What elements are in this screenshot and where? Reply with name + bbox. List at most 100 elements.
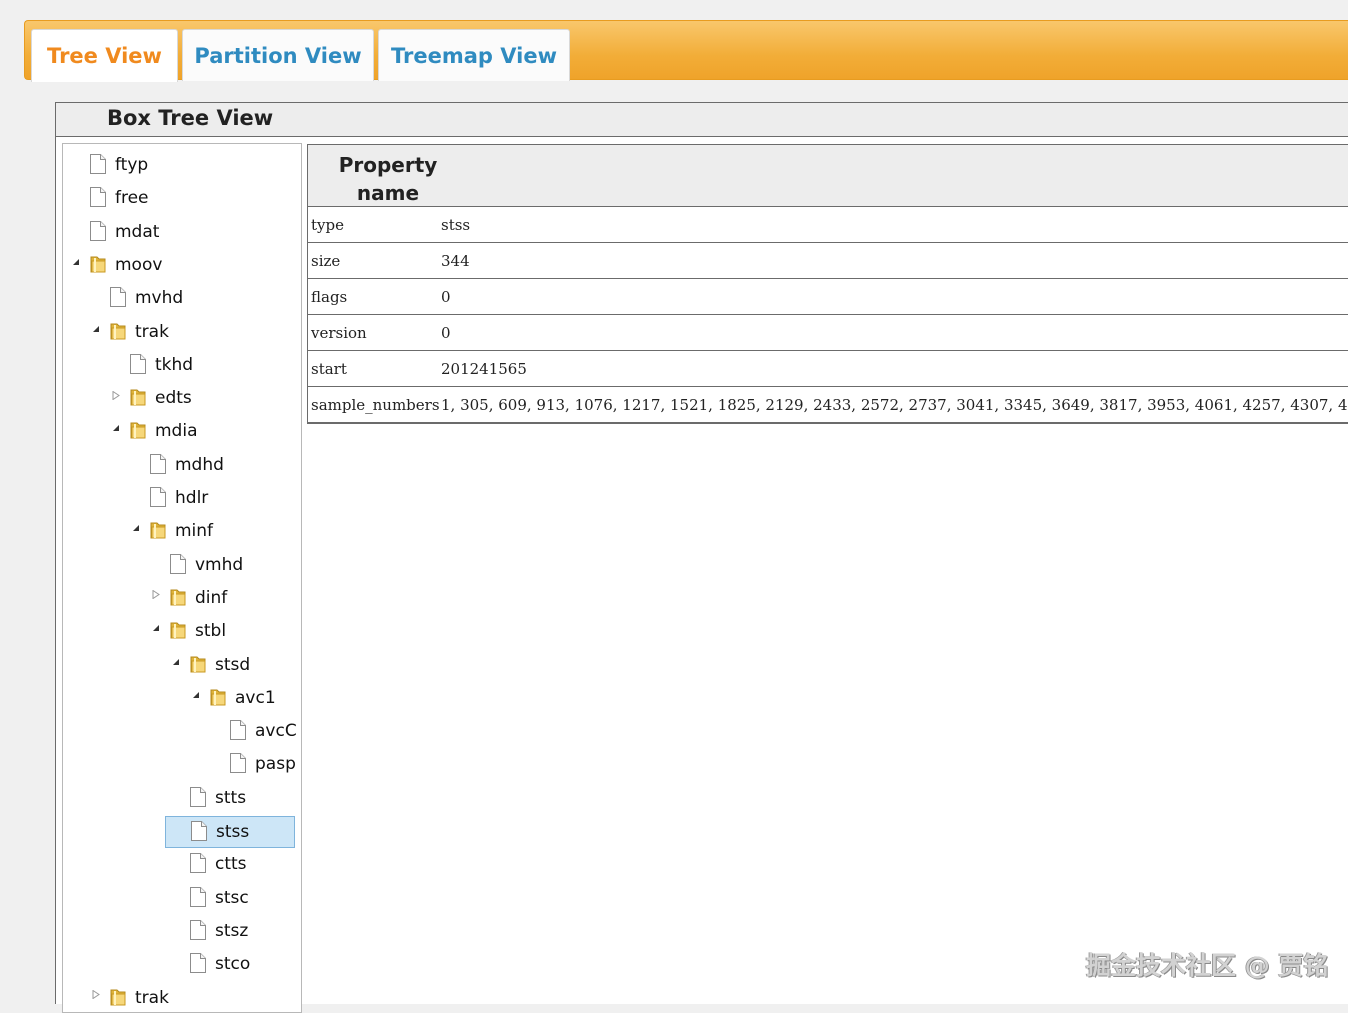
tree-node-pasp[interactable]: pasp [205,749,299,781]
file-icon [89,153,107,175]
property-key: type [311,216,344,234]
expand-right-icon[interactable] [111,390,121,400]
column-header-property-name: Property name [328,151,448,207]
tree-node-stbl[interactable]: stbl [145,616,299,648]
tree-node-tkhd[interactable]: tkhd [105,350,299,382]
property-key: start [311,360,347,378]
panel-header: Box Tree View [56,103,1348,137]
tree-node-mdat[interactable]: mdat [65,217,299,249]
file-icon [189,952,207,974]
tree-node-label: avc1 [235,688,276,708]
tree-node-label: mdhd [175,455,224,475]
tree-node-label: tkhd [155,355,193,375]
expand-right-icon[interactable] [151,590,161,600]
property-row-flags: flags0 [308,279,1348,315]
folder-icon [109,986,127,1008]
property-row-start: start 201241565 [308,351,1348,387]
tree-node-label: pasp [255,754,296,774]
file-icon [149,486,167,508]
file-icon [129,353,147,375]
tree-node-trak[interactable]: trak [85,317,299,349]
property-key: flags [311,288,347,306]
tree-node-trak[interactable]: trak [85,983,299,1013]
file-icon [189,919,207,941]
folder-icon [129,419,147,441]
tree-node-label: stsc [215,888,249,908]
tree-node-label: stsd [215,655,250,675]
tab-tree-view[interactable]: Tree View [31,29,178,82]
file-icon [149,453,167,475]
tree-node-stsd[interactable]: stsd [165,650,299,682]
file-icon [229,719,247,741]
tree-node-stsz[interactable]: stsz [165,916,299,948]
tree-node-label: stbl [195,621,226,641]
folder-icon [129,386,147,408]
tree-node-label: stco [215,954,250,974]
expand-down-icon[interactable] [171,657,181,667]
expand-down-icon[interactable] [91,324,101,334]
tab-partition-view[interactable]: Partition View [182,29,374,81]
tree-node-ftyp[interactable]: ftyp [65,150,299,182]
tree-node-free[interactable]: free [65,183,299,215]
tree-node-edts[interactable]: edts [105,383,299,415]
folder-icon [109,320,127,342]
folder-icon [169,586,187,608]
property-value: 0 [441,324,451,342]
tab-treemap-view[interactable]: Treemap View [378,29,570,81]
tree-node-label: dinf [195,588,227,608]
expand-down-icon[interactable] [71,257,81,267]
file-icon [89,186,107,208]
property-row-sample_numbers: sample_numbers1, 305, 609, 913, 1076, 12… [308,387,1348,423]
property-row-size: size344 [308,243,1348,279]
tree-node-stsc[interactable]: stsc [165,883,299,915]
tree-node-vmhd[interactable]: vmhd [145,550,299,582]
file-icon [190,820,208,842]
folder-icon [209,686,227,708]
tree-node-label: ctts [215,854,247,874]
tree-node-label: mdat [115,222,159,242]
tree-node-ctts[interactable]: ctts [165,849,299,881]
expand-down-icon[interactable] [151,623,161,633]
tree-node-label: minf [175,521,213,541]
tree-node-mvhd[interactable]: mvhd [85,283,299,315]
tree-node-label: edts [155,388,192,408]
tree-node-minf[interactable]: minf [125,516,299,548]
box-tree-panel: Box Tree View ftyp free mdat moov mvhd trak tk… [55,102,1348,1004]
file-icon [189,852,207,874]
file-icon [169,553,187,575]
folder-icon [169,619,187,641]
tree-node-label: hdlr [175,488,208,508]
tree-node-mdia[interactable]: mdia [105,416,299,448]
property-key: size [311,252,340,270]
expand-down-icon[interactable] [131,523,141,533]
box-tree: ftyp free mdat moov mvhd trak tkhd edts mdia mdhd… [62,143,302,1013]
file-icon [109,286,127,308]
tree-node-stts[interactable]: stts [165,783,299,815]
tree-node-dinf[interactable]: dinf [145,583,299,615]
expand-down-icon[interactable] [191,690,201,700]
file-icon [89,220,107,242]
tree-node-stss[interactable]: stss [165,816,295,848]
table-header: Property name [308,145,1348,207]
tree-node-label: stss [216,822,249,842]
tree-node-label: stts [215,788,246,808]
tree-node-avcC[interactable]: avcC [205,716,299,748]
file-icon [189,786,207,808]
file-icon [229,752,247,774]
tree-node-label: vmhd [195,555,243,575]
expand-down-icon[interactable] [111,423,121,433]
property-value: 201241565 [441,360,527,378]
tree-node-label: mvhd [135,288,183,308]
tree-node-hdlr[interactable]: hdlr [125,483,299,515]
tree-node-label: free [115,188,149,208]
file-icon [189,886,207,908]
folder-icon [89,253,107,275]
tree-node-stco[interactable]: stco [165,949,299,981]
tree-node-avc1[interactable]: avc1 [185,683,299,715]
tree-node-label: mdia [155,421,198,441]
tree-node-mdhd[interactable]: mdhd [125,450,299,482]
tree-node-moov[interactable]: moov [65,250,299,282]
watermark: 掘金技术社区 @ 贾铭 [1086,946,1328,982]
expand-right-icon[interactable] [91,990,101,1000]
tree-node-label: avcC [255,721,297,741]
